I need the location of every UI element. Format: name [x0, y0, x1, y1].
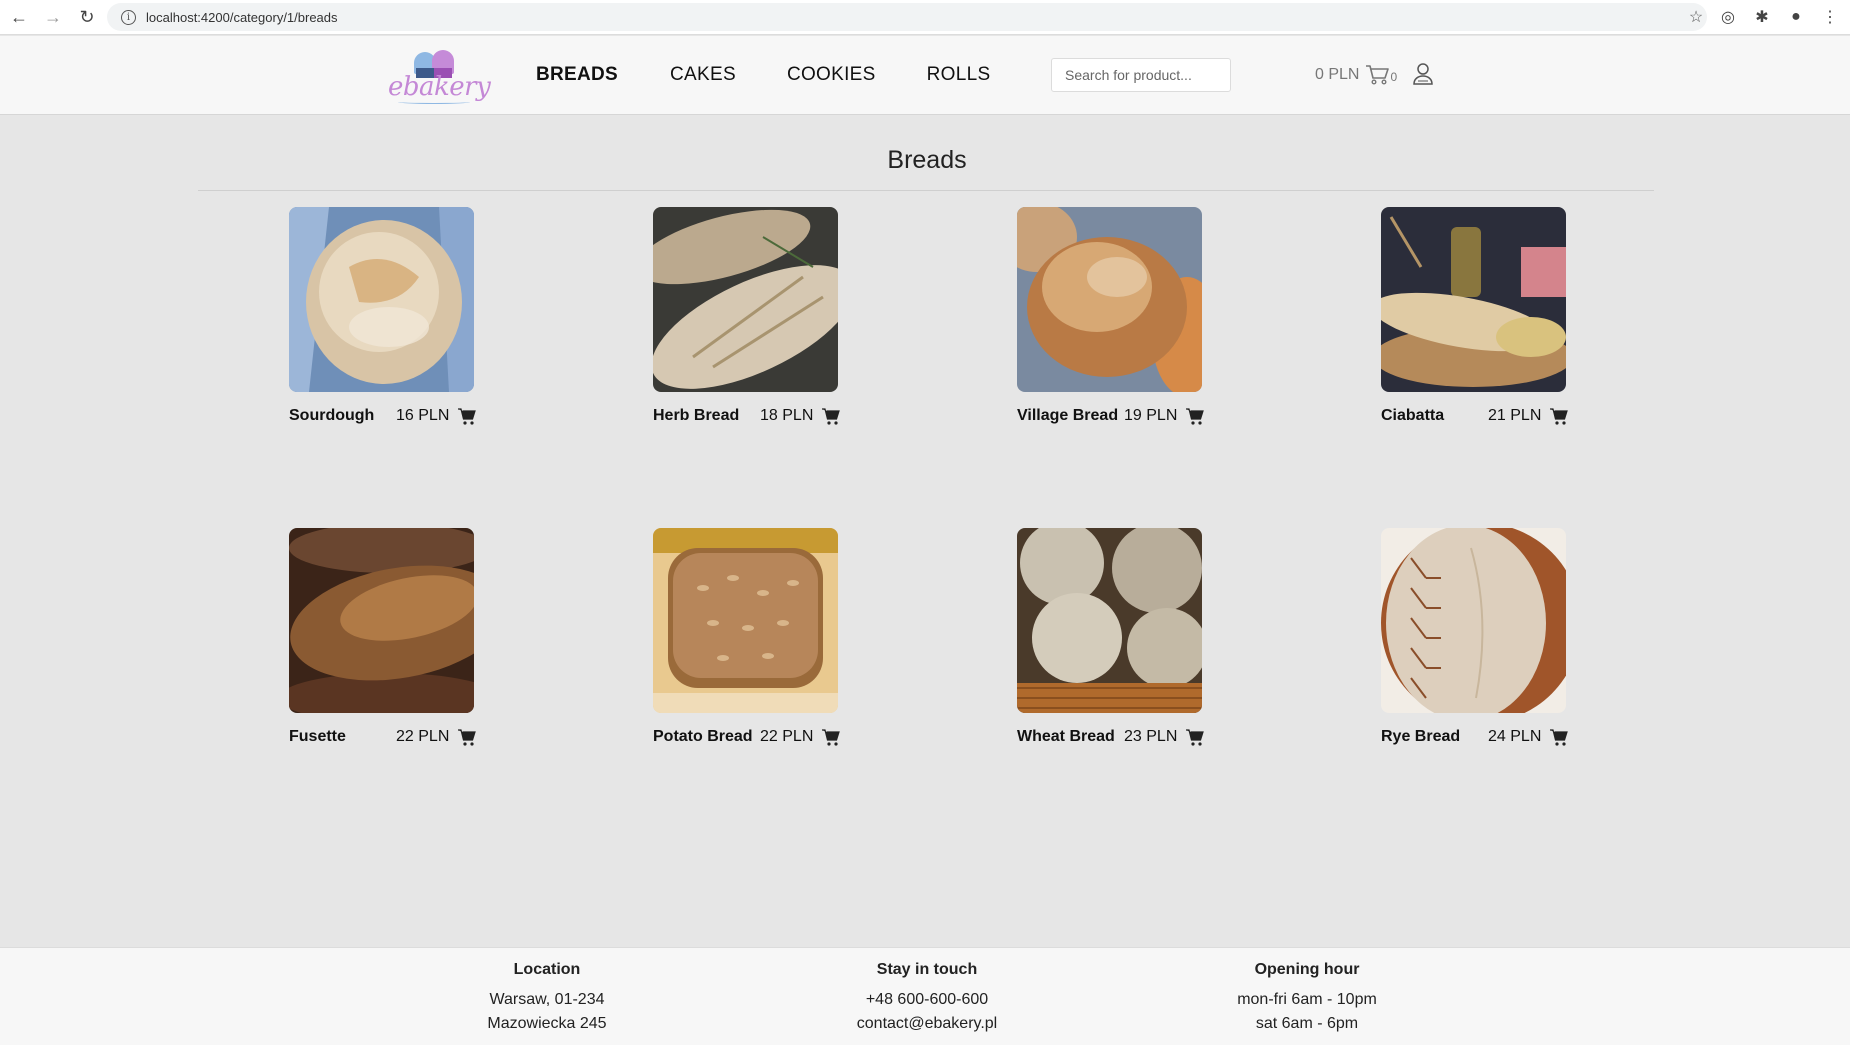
extension-icon[interactable]: ◎ — [1716, 4, 1740, 30]
footer-heading: Stay in touch — [876, 961, 978, 978]
footer-heading: Location — [513, 961, 581, 978]
footer-line: Mazowiecka 245 — [487, 1015, 607, 1032]
nav-cookies[interactable]: COOKIES — [787, 64, 876, 86]
cart-count: 0 — [1390, 70, 1398, 84]
product-name[interactable]: Herb Bread — [653, 407, 739, 425]
address-bar[interactable]: i localhost:4200/category/1/breads — [107, 3, 1707, 31]
user-account-icon[interactable] — [1412, 62, 1434, 86]
cart-summary[interactable]: 0 PLN 0 — [1315, 64, 1397, 86]
footer-line: sat 6am - 6pm — [1255, 1015, 1359, 1032]
cart-total: 0 PLN — [1315, 66, 1360, 83]
back-icon[interactable]: ← — [4, 2, 34, 32]
add-to-cart-icon[interactable] — [822, 729, 840, 747]
add-to-cart-icon[interactable] — [822, 408, 840, 426]
title-divider — [198, 190, 1654, 191]
product-image-rye-bread[interactable] — [1381, 528, 1566, 713]
footer-line: Warsaw, 01-234 — [489, 991, 605, 1008]
add-to-cart-icon[interactable] — [1186, 729, 1204, 747]
footer-heading: Opening hour — [1254, 961, 1360, 978]
product-meta: Ciabatta 21 PLN — [1381, 407, 1581, 431]
footer-hours: Opening hour mon-fri 6am - 10pm sat 6am … — [1187, 958, 1427, 1036]
product-meta: Sourdough 16 PLN — [289, 407, 489, 431]
product-price: 22 PLN — [396, 728, 450, 745]
nav-breads[interactable]: BREADS — [536, 64, 618, 86]
product-image-sourdough[interactable] — [289, 207, 474, 392]
product-meta: Rye Bread 24 PLN — [1381, 728, 1581, 752]
puzzle-icon[interactable]: ✱ — [1750, 4, 1774, 30]
product-name[interactable]: Potato Bread — [653, 728, 753, 746]
nav-cakes[interactable]: CAKES — [670, 64, 736, 86]
product-price: 22 PLN — [760, 728, 814, 745]
product-meta: Fusette 22 PLN — [289, 728, 489, 752]
add-to-cart-icon[interactable] — [1186, 408, 1204, 426]
product-meta: Herb Bread 18 PLN — [653, 407, 853, 431]
product-image-wheat-bread[interactable] — [1017, 528, 1202, 713]
product-price: 23 PLN — [1124, 728, 1178, 745]
product-card: Ciabatta 21 PLN — [1381, 207, 1581, 425]
logo-swirl — [398, 100, 470, 104]
footer-location: Location Warsaw, 01-234 Mazowiecka 245 — [427, 958, 667, 1036]
browser-toolbar: ← → ↻ i localhost:4200/category/1/breads… — [0, 0, 1850, 35]
profile-icon[interactable]: ● — [1784, 4, 1808, 30]
footer-line: mon-fri 6am - 10pm — [1237, 991, 1377, 1008]
footer-email[interactable]: contact@ebakery.pl — [807, 1012, 1047, 1036]
url-text: localhost:4200/category/1/breads — [146, 9, 338, 25]
product-name[interactable]: Village Bread — [1017, 407, 1118, 425]
footer-phone[interactable]: +48 600-600-600 — [807, 988, 1047, 1012]
product-meta: Potato Bread 22 PLN — [653, 728, 853, 752]
product-image-ciabatta[interactable] — [1381, 207, 1566, 392]
site-info-icon[interactable]: i — [121, 9, 136, 25]
product-card: Herb Bread 18 PLN — [653, 207, 853, 425]
nav-rolls[interactable]: ROLLS — [927, 64, 991, 86]
product-card: Village Bread 19 PLN — [1017, 207, 1217, 425]
product-image-fusette[interactable] — [289, 528, 474, 713]
product-name[interactable]: Rye Bread — [1381, 728, 1460, 746]
add-to-cart-icon[interactable] — [458, 729, 476, 747]
product-price: 19 PLN — [1124, 407, 1178, 424]
forward-icon[interactable]: → — [38, 2, 68, 32]
product-name[interactable]: Ciabatta — [1381, 407, 1444, 425]
product-card: Sourdough 16 PLN — [289, 207, 489, 425]
page-title: Breads — [887, 146, 967, 174]
product-meta: Village Bread 19 PLN — [1017, 407, 1217, 431]
product-card: Fusette 22 PLN — [289, 528, 489, 746]
product-price: 24 PLN — [1488, 728, 1542, 745]
search-input[interactable] — [1051, 58, 1231, 92]
footer-contact: Stay in touch +48 600-600-600 contact@eb… — [807, 958, 1047, 1036]
product-price: 18 PLN — [760, 407, 814, 424]
product-price: 21 PLN — [1488, 407, 1542, 424]
product-card: Potato Bread 22 PLN — [653, 528, 853, 746]
product-image-potato-bread[interactable] — [653, 528, 838, 713]
product-name[interactable]: Fusette — [289, 728, 346, 746]
product-meta: Wheat Bread 23 PLN — [1017, 728, 1217, 752]
product-price: 16 PLN — [396, 407, 450, 424]
reload-icon[interactable]: ↻ — [72, 2, 102, 32]
add-to-cart-icon[interactable] — [458, 408, 476, 426]
product-card: Rye Bread 24 PLN — [1381, 528, 1581, 746]
logo-text: ebakery — [388, 72, 491, 102]
bookmark-star-icon[interactable]: ☆ — [1684, 5, 1708, 29]
site-header: ebakery BREADS CAKES COOKIES ROLLS 0 PLN… — [0, 36, 1850, 115]
category-nav: BREADS CAKES COOKIES ROLLS — [536, 64, 990, 86]
ebakery-logo[interactable]: ebakery — [388, 46, 491, 106]
add-to-cart-icon[interactable] — [1550, 729, 1568, 747]
site-footer: Location Warsaw, 01-234 Mazowiecka 245 S… — [0, 947, 1850, 1045]
add-to-cart-icon[interactable] — [1550, 408, 1568, 426]
cart-outline-icon — [1366, 65, 1390, 85]
menu-kebab-icon[interactable]: ⋮ — [1818, 4, 1842, 30]
product-image-village-bread[interactable] — [1017, 207, 1202, 392]
product-image-herb-bread[interactable] — [653, 207, 838, 392]
product-name[interactable]: Sourdough — [289, 407, 374, 425]
product-card: Wheat Bread 23 PLN — [1017, 528, 1217, 746]
product-name[interactable]: Wheat Bread — [1017, 728, 1115, 746]
